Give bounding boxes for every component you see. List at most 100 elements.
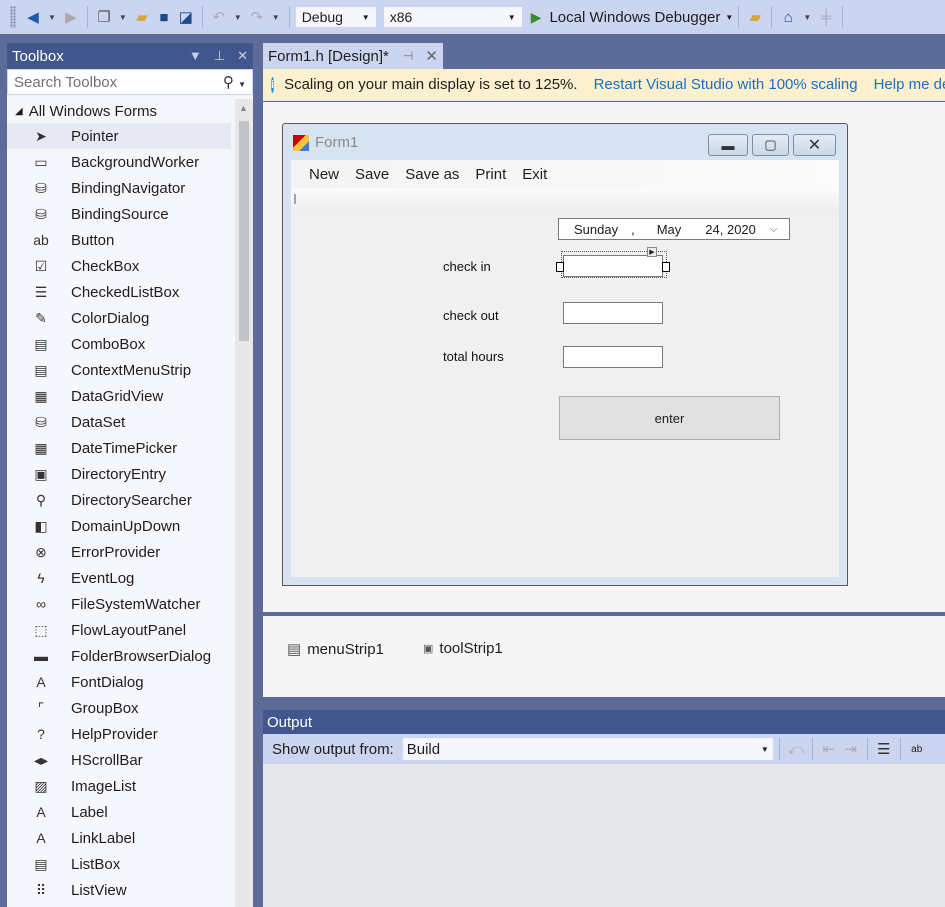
form1-window[interactable]: Form1 ▬ ▢ ✕ New Save Save as Print Exit … [282, 123, 848, 586]
toolbox-scrollbar[interactable]: ▲ [235, 99, 253, 907]
toolbox-item-checkedlistbox[interactable]: ☰ CheckedListBox [7, 279, 231, 305]
undo-dropdown[interactable]: ▼ [234, 13, 242, 22]
toolbar-overflow[interactable]: ▼ [803, 13, 811, 22]
window-position-icon[interactable]: ▼ [189, 48, 202, 64]
total-hours-textbox[interactable] [563, 346, 663, 368]
find-in-files-icon[interactable]: ▰ [745, 7, 765, 27]
toolbox-item-imagelist[interactable]: ▨ ImageList [7, 773, 231, 799]
toolbox-item-combobox[interactable]: ▤ ComboBox [7, 331, 231, 357]
scroll-up-icon[interactable]: ▲ [239, 103, 248, 113]
close-icon[interactable]: ✕ [237, 48, 248, 64]
chevron-down-icon[interactable]: ⌵ [770, 224, 778, 235]
new-project-dropdown[interactable]: ▼ [119, 13, 127, 22]
toolbox-item-label[interactable]: A Label [7, 799, 231, 825]
next-message-icon[interactable]: ⇥ [841, 739, 861, 759]
menu-print[interactable]: Print [467, 166, 514, 183]
toolbox-item-hscrollbar[interactable]: ◂▸ HScrollBar [7, 747, 231, 773]
toolbox-item-helpprovider[interactable]: ? HelpProvider [7, 721, 231, 747]
toolbox-item-listview[interactable]: ⠿ ListView [7, 877, 231, 903]
toolbox-item-flowlayoutpanel[interactable]: ⬚ FlowLayoutPanel [7, 617, 231, 643]
listview-icon: ⠿ [35, 881, 47, 898]
toolstrip-grip[interactable] [294, 194, 296, 204]
tray-menustrip[interactable]: ▤ menuStrip1 [287, 640, 384, 659]
tab-form1-design[interactable]: Form1.h [Design]* ⊣ ✕ [263, 43, 443, 69]
pin-icon[interactable]: ⊥ [214, 48, 225, 64]
output-text-area[interactable] [263, 764, 945, 907]
toolbox-item-checkbox[interactable]: ☑ CheckBox [7, 253, 231, 279]
smart-tag-icon[interactable]: ▶ [647, 247, 657, 257]
open-icon[interactable]: ▰ [132, 7, 152, 27]
restart-scaling-link[interactable]: Restart Visual Studio with 100% scaling [594, 76, 858, 93]
combobox-icon: ▤ [34, 335, 48, 352]
minimize-button[interactable]: ▬ [708, 134, 748, 156]
back-dropdown[interactable]: ▼ [48, 13, 56, 22]
toolbox-item-domainupdown[interactable]: ◧ DomainUpDown [7, 513, 231, 539]
start-icon: ▶ [530, 8, 542, 25]
go-to-message-icon[interactable]: ⤺ [786, 739, 806, 759]
menu-save[interactable]: Save [347, 166, 397, 183]
collapse-icon[interactable]: ◢ [15, 106, 23, 117]
back-icon[interactable]: ◀ [23, 7, 43, 27]
toolbox-item-directoryentry[interactable]: ▣ DirectoryEntry [7, 461, 231, 487]
tray-toolstrip[interactable]: ▣ toolStrip1 [423, 640, 503, 657]
toolbox-item-dataset[interactable]: ⛁ DataSet [7, 409, 231, 435]
enter-button[interactable]: enter [559, 396, 780, 440]
redo-dropdown[interactable]: ▼ [272, 13, 280, 22]
toolbox-item-errorprovider[interactable]: ⊗ ErrorProvider [7, 539, 231, 565]
save-all-icon[interactable]: ◪ [176, 7, 196, 27]
close-icon[interactable]: ✕ [425, 47, 438, 65]
toolbox-item-datetimepicker[interactable]: ▦ DateTimePicker [7, 435, 231, 461]
pin-icon[interactable]: ⊣ [403, 49, 413, 63]
toolbox-item-pointer[interactable]: ➤ Pointer [7, 123, 231, 149]
clear-all-icon[interactable]: ☰ [874, 739, 894, 759]
toolbox-item-eventlog[interactable]: ϟ EventLog [7, 565, 231, 591]
scrollbar-thumb[interactable] [239, 121, 249, 341]
check-in-textbox[interactable] [563, 255, 663, 277]
close-button[interactable]: ✕ [793, 134, 836, 156]
toolbox-item-filesystemwatcher[interactable]: ∞ FileSystemWatcher [7, 591, 231, 617]
toolbox-item-label: GroupBox [71, 699, 139, 717]
menu-save-as[interactable]: Save as [397, 166, 467, 183]
toolbox-item-button[interactable]: ab Button [7, 227, 231, 253]
resize-handle-left[interactable] [556, 262, 564, 272]
toolbox-item-directorysearcher[interactable]: ⚲ DirectorySearcher [7, 487, 231, 513]
menu-new[interactable]: New [301, 166, 347, 183]
save-icon[interactable]: ■ [154, 7, 174, 27]
toolbox-item-backgroundworker[interactable]: ▭ BackgroundWorker [7, 149, 231, 175]
search-icon[interactable]: ⚲ ▼ [223, 73, 246, 91]
help-me-decide-link[interactable]: Help me decide [874, 76, 945, 93]
toolbox-item-bindingsource[interactable]: ⛁ BindingSource [7, 201, 231, 227]
toolbar-grip[interactable] [10, 6, 16, 28]
undo-icon[interactable]: ↶ [209, 7, 229, 27]
forward-icon[interactable]: ▶ [61, 7, 81, 27]
menu-exit[interactable]: Exit [514, 166, 555, 183]
toolbox-group-all-windows-forms[interactable]: ◢ All Windows Forms [7, 99, 231, 123]
output-source-dropdown[interactable]: Build ▼ [401, 737, 774, 761]
resize-handle-right[interactable] [662, 262, 670, 272]
previous-message-icon[interactable]: ⇤ [819, 739, 839, 759]
toolbox-item-colordialog[interactable]: ✎ ColorDialog [7, 305, 231, 331]
redo-icon[interactable]: ↷ [247, 7, 267, 27]
toolbox-item-label: EventLog [71, 569, 135, 587]
toolbox-item-contextmenustrip[interactable]: ▤ ContextMenuStrip [7, 357, 231, 383]
new-project-icon[interactable]: ❐ [94, 7, 114, 27]
toolbox-item-linklabel[interactable]: A LinkLabel [7, 825, 231, 851]
browser-icon[interactable]: ⌂ [778, 7, 798, 27]
font-dialog-icon: A [36, 674, 46, 690]
toolbox-item-groupbox[interactable]: ⌜ GroupBox [7, 695, 231, 721]
word-wrap-icon[interactable]: ab [907, 739, 927, 759]
tool-strip[interactable] [291, 188, 839, 213]
platform-dropdown[interactable]: x86 ▼ [382, 6, 523, 28]
maximize-button[interactable]: ▢ [752, 134, 789, 156]
start-debugger-button[interactable]: ▶ Local Windows Debugger ▼ [531, 9, 734, 26]
toolbox-item-listbox[interactable]: ▤ ListBox [7, 851, 231, 877]
config-dropdown[interactable]: Debug ▼ [294, 6, 377, 28]
check-out-textbox[interactable] [563, 302, 663, 324]
toolbox-item-folderbrowserdialog[interactable]: ▬ FolderBrowserDialog [7, 643, 231, 669]
toolbox-item-fontdialog[interactable]: A FontDialog [7, 669, 231, 695]
toolbox-item-bindingnavigator[interactable]: ⛁ BindingNavigator [7, 175, 231, 201]
toolbox-item-datagridview[interactable]: ▦ DataGridView [7, 383, 231, 409]
align-icon[interactable]: ╪ [816, 7, 836, 27]
toolbox-search-input[interactable]: Search Toolbox ⚲ ▼ [7, 69, 253, 95]
date-time-picker[interactable]: Sunday , May 24, 2020 ⌵ [558, 218, 790, 240]
